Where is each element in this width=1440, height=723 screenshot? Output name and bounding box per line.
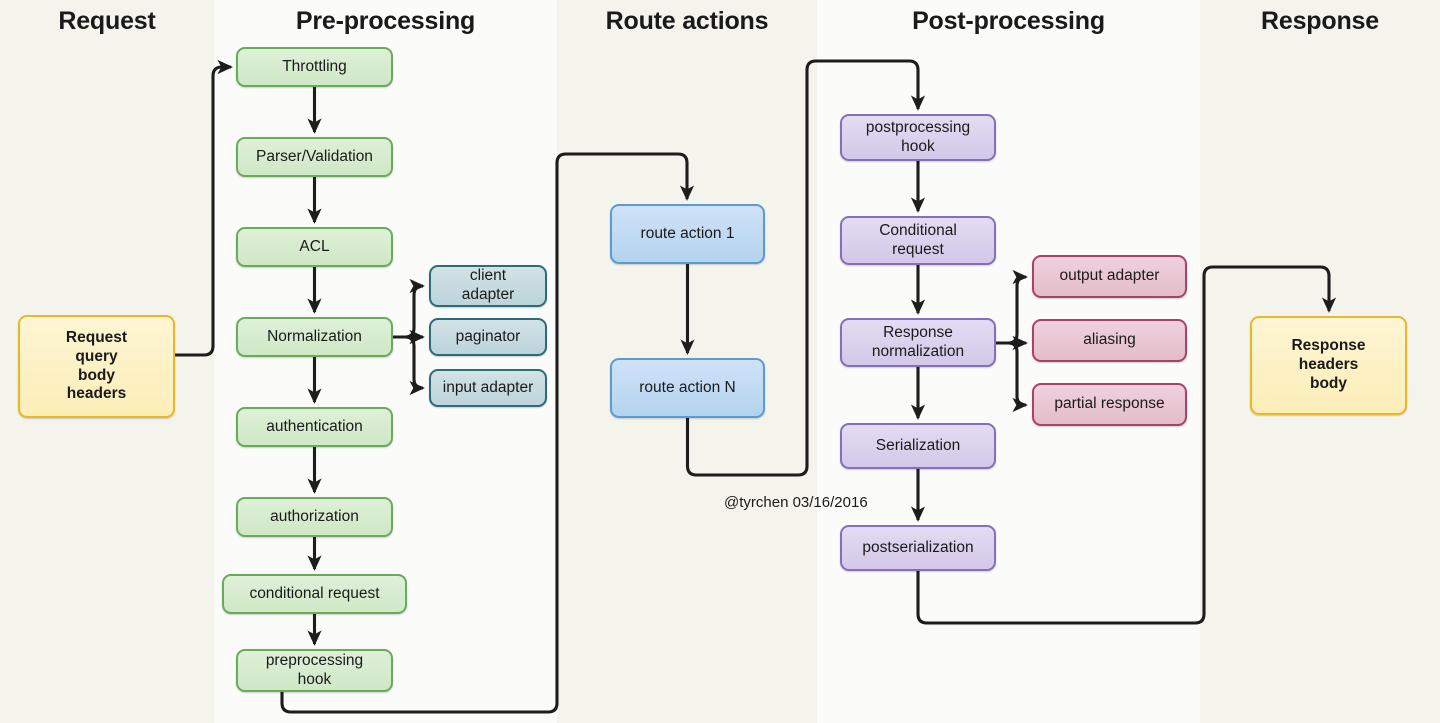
node-route-action-1[interactable]: route action 1	[610, 204, 765, 264]
node-client-adapter[interactable]: client adapter	[429, 265, 547, 307]
node-label-response-normalization: Response normalization	[871, 323, 965, 360]
lane-title-route-actions: Route actions	[605, 7, 769, 35]
node-route-action-n[interactable]: route action N	[610, 358, 765, 418]
node-label-conditional-request: conditional request	[249, 584, 380, 602]
node-paginator[interactable]: paginator	[429, 318, 547, 356]
node-acl[interactable]: ACL	[236, 227, 393, 267]
node-label-preprocessing-hook: preprocessing hook	[265, 651, 364, 688]
node-preprocessing-hook[interactable]: preprocessing hook	[236, 649, 393, 692]
node-response-normalization[interactable]: Response normalization	[840, 318, 996, 367]
node-label-serialization: Serialization	[875, 436, 961, 454]
node-input-adapter[interactable]: input adapter	[429, 369, 547, 407]
node-label-postprocessing-hook: postprocessing hook	[865, 118, 971, 155]
node-normalization[interactable]: Normalization	[236, 317, 393, 357]
node-label-throttling: Throttling	[282, 57, 347, 75]
node-conditional-request[interactable]: conditional request	[222, 574, 407, 614]
credit-text: @tyrchen 03/16/2016	[724, 494, 868, 511]
node-partial-response[interactable]: partial response	[1032, 383, 1187, 426]
diagram-canvas: Request Pre-processing Route actions Pos…	[0, 0, 1440, 723]
node-label-aliasing: aliasing	[1083, 331, 1136, 349]
node-postprocessing-hook[interactable]: postprocessing hook	[840, 114, 996, 161]
node-response-box[interactable]: Response headers body	[1250, 316, 1407, 415]
lane-title-response: Response	[1261, 7, 1379, 35]
node-conditional-request-2[interactable]: Conditional request	[840, 216, 996, 265]
node-aliasing[interactable]: aliasing	[1032, 319, 1187, 362]
lane-title-request: Request	[58, 7, 156, 35]
node-label-route-action-1: route action 1	[640, 224, 735, 242]
node-parser-validation[interactable]: Parser/Validation	[236, 137, 393, 177]
node-label-postserialization: postserialization	[862, 538, 974, 556]
node-label-authorization: authorization	[270, 507, 359, 525]
node-postserialization[interactable]: postserialization	[840, 525, 996, 571]
node-label-parser-validation: Parser/Validation	[256, 147, 373, 165]
node-label-conditional-request-2: Conditional request	[879, 221, 957, 258]
node-label-input-adapter: input adapter	[442, 378, 534, 396]
lane-title-post-processing: Post-processing	[912, 7, 1105, 35]
node-authentication[interactable]: authentication	[236, 407, 393, 447]
node-label-request-box: Request query body headers	[65, 328, 128, 403]
node-label-acl: ACL	[299, 237, 330, 255]
node-authorization[interactable]: authorization	[236, 497, 393, 537]
node-serialization[interactable]: Serialization	[840, 423, 996, 469]
lane-title-pre-processing: Pre-processing	[295, 7, 476, 35]
node-label-normalization: Normalization	[267, 327, 362, 345]
node-label-authentication: authentication	[266, 417, 363, 435]
node-label-route-action-n: route action N	[639, 378, 736, 396]
lane-pre-processing: Pre-processing	[214, 0, 557, 723]
node-label-partial-response: partial response	[1054, 395, 1165, 413]
node-label-response-box: Response headers body	[1291, 337, 1366, 392]
node-throttling[interactable]: Throttling	[236, 47, 393, 87]
node-label-output-adapter: output adapter	[1059, 267, 1160, 285]
node-output-adapter[interactable]: output adapter	[1032, 255, 1187, 298]
node-label-client-adapter: client adapter	[461, 267, 515, 303]
node-request-box[interactable]: Request query body headers	[18, 315, 175, 418]
node-label-paginator: paginator	[455, 327, 521, 345]
